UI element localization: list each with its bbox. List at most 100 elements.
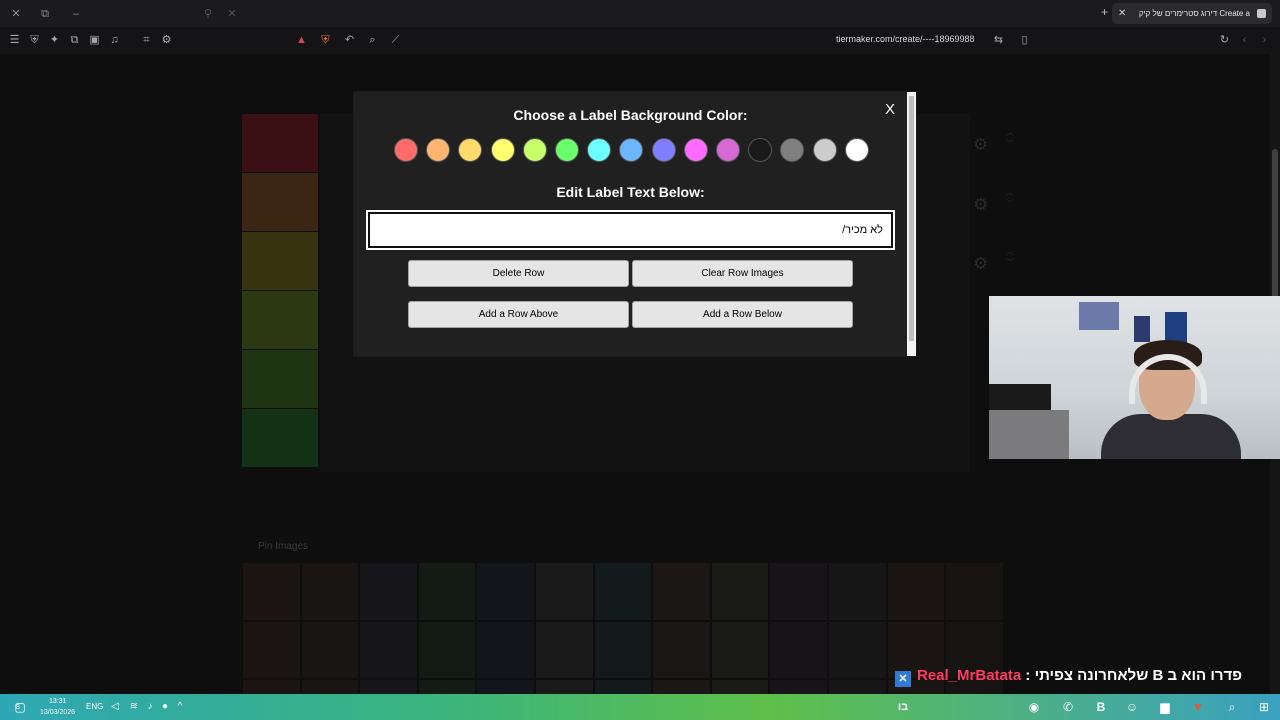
pool-image[interactable] — [886, 562, 946, 621]
row-move-arrows[interactable]: ︿ ﹀ — [1006, 187, 1018, 209]
forward-icon[interactable]: ‹ — [1237, 33, 1252, 48]
search-icon[interactable]: ⌕ — [1224, 699, 1240, 715]
pool-image[interactable] — [945, 562, 1004, 621]
tab-active[interactable]: ✕ דירוג סטרימרים של קיק Create a — [1112, 3, 1272, 24]
color-swatch[interactable] — [426, 138, 451, 162]
color-swatch[interactable] — [458, 138, 483, 162]
label-text-input[interactable] — [366, 210, 895, 250]
pool-image[interactable] — [300, 620, 360, 680]
tier-label[interactable] — [242, 409, 318, 468]
color-swatch[interactable] — [748, 138, 773, 162]
brave-icon[interactable]: ▼ — [1190, 699, 1206, 715]
color-swatch[interactable] — [587, 138, 612, 162]
pool-image[interactable] — [359, 620, 418, 680]
add-row-above-button[interactable]: Add a Row Above — [408, 301, 629, 328]
pool-image[interactable] — [476, 562, 535, 621]
tier-label[interactable] — [242, 350, 318, 409]
color-swatch[interactable] — [490, 138, 515, 162]
pool-image[interactable] — [652, 562, 711, 621]
gear-icon[interactable]: ⚙ — [973, 135, 993, 155]
address-bar[interactable]: tiermaker.com/create/----18969988 — [836, 34, 986, 44]
sidebar-icon[interactable]: ▣ — [87, 33, 102, 48]
pool-image[interactable] — [417, 620, 477, 680]
start-icon[interactable]: ⊞ — [1256, 699, 1272, 715]
pool-image[interactable] — [769, 620, 828, 680]
modal-scrollbar[interactable] — [907, 92, 916, 356]
pool-image[interactable] — [242, 620, 301, 680]
pool-image[interactable] — [769, 562, 828, 621]
brave-rewards-icon[interactable]: ▲ — [294, 33, 309, 48]
search-icon[interactable]: ⌕ — [365, 33, 380, 48]
gear-icon[interactable]: ⚙ — [973, 195, 993, 215]
tray-expand-icon[interactable]: ^ — [172, 699, 188, 715]
extension-icon[interactable]: ✦ — [47, 33, 62, 48]
tier-label[interactable] — [242, 173, 318, 232]
undo-icon[interactable]: ↶ — [342, 33, 357, 48]
brave-shield-icon[interactable]: ⛨ — [318, 33, 333, 48]
tab-overview-icon[interactable]: ⧉ — [37, 6, 53, 22]
pool-image[interactable] — [534, 562, 594, 621]
app-b-icon[interactable]: B — [1093, 699, 1109, 715]
site-settings-icon[interactable]: ⇆ — [991, 33, 1006, 48]
pool-image[interactable] — [593, 562, 653, 621]
settings-icon[interactable]: ⚙ — [159, 33, 174, 48]
close-window-icon[interactable]: ✕ — [224, 6, 240, 22]
back-icon[interactable]: › — [1257, 33, 1272, 48]
window-menu-icon[interactable]: ✕ — [8, 6, 24, 22]
language-indicator[interactable]: ENG — [86, 700, 103, 714]
record-icon[interactable]: ● — [157, 699, 173, 715]
color-swatch[interactable] — [844, 138, 869, 162]
pin-icon[interactable]: ⚲ — [200, 6, 216, 22]
microphone-icon[interactable]: ♪ — [142, 699, 158, 715]
shield-icon[interactable]: ⛨ — [27, 33, 42, 48]
color-swatch[interactable] — [394, 138, 418, 162]
pool-image[interactable] — [593, 620, 653, 680]
tier-label[interactable] — [242, 232, 318, 291]
row-move-arrows[interactable]: ︿ ﹀ — [1006, 127, 1018, 149]
bookmark-icon[interactable]: ▯ — [1017, 33, 1032, 48]
color-swatch[interactable] — [716, 138, 740, 162]
close-tab-icon[interactable]: ✕ — [1118, 3, 1126, 24]
new-tab-button[interactable]: + — [1101, 5, 1108, 19]
delete-row-button[interactable]: Delete Row — [408, 260, 629, 287]
row-move-arrows[interactable]: ︿ ﹀ — [1006, 246, 1018, 268]
github-icon[interactable]: ◉ — [1026, 699, 1042, 715]
notification-icon[interactable]: ▢ — [12, 699, 28, 715]
pool-image[interactable] — [710, 620, 770, 680]
whatsapp-icon[interactable]: ✆ — [1060, 699, 1076, 715]
pool-image[interactable] — [242, 562, 301, 621]
color-swatch[interactable] — [780, 138, 805, 162]
reader-icon[interactable]: ⟋ — [388, 33, 403, 48]
color-swatch[interactable] — [683, 138, 708, 162]
file-explorer-icon[interactable]: ▆ — [1157, 699, 1173, 715]
pool-image[interactable] — [300, 562, 360, 621]
tabs-icon[interactable]: ⧉ — [67, 33, 82, 48]
color-swatch[interactable] — [555, 138, 579, 162]
screenshot-icon[interactable]: ⌗ — [139, 33, 154, 48]
discord-icon[interactable]: ☺ — [1124, 699, 1140, 715]
clear-row-images-button[interactable]: Clear Row Images — [632, 260, 853, 287]
music-icon[interactable]: ♫ — [107, 33, 122, 48]
pool-image[interactable] — [652, 620, 711, 680]
reload-icon[interactable]: ↻ — [1217, 33, 1232, 48]
tier-label[interactable] — [242, 114, 318, 173]
app-icon[interactable]: בו — [895, 699, 911, 715]
color-swatch[interactable] — [619, 138, 644, 162]
menu-icon[interactable]: ☰ — [7, 33, 22, 48]
tier-label[interactable] — [242, 291, 318, 350]
pool-image[interactable] — [476, 620, 535, 680]
pool-image[interactable] — [359, 562, 418, 621]
minimize-icon[interactable]: – — [68, 6, 84, 22]
pool-image[interactable] — [534, 620, 594, 680]
modal-scrollbar-thumb[interactable] — [909, 96, 914, 341]
pool-image[interactable] — [417, 562, 477, 621]
wifi-icon[interactable]: ≋ — [126, 699, 142, 715]
color-swatch[interactable] — [522, 138, 547, 162]
color-swatch[interactable] — [812, 138, 837, 162]
pool-image[interactable] — [827, 562, 887, 621]
pool-image[interactable] — [827, 620, 887, 680]
color-swatch[interactable] — [651, 138, 676, 162]
volume-icon[interactable]: ◁ — [107, 699, 123, 715]
gear-icon[interactable]: ⚙ — [973, 254, 993, 274]
pool-image[interactable] — [710, 562, 770, 621]
